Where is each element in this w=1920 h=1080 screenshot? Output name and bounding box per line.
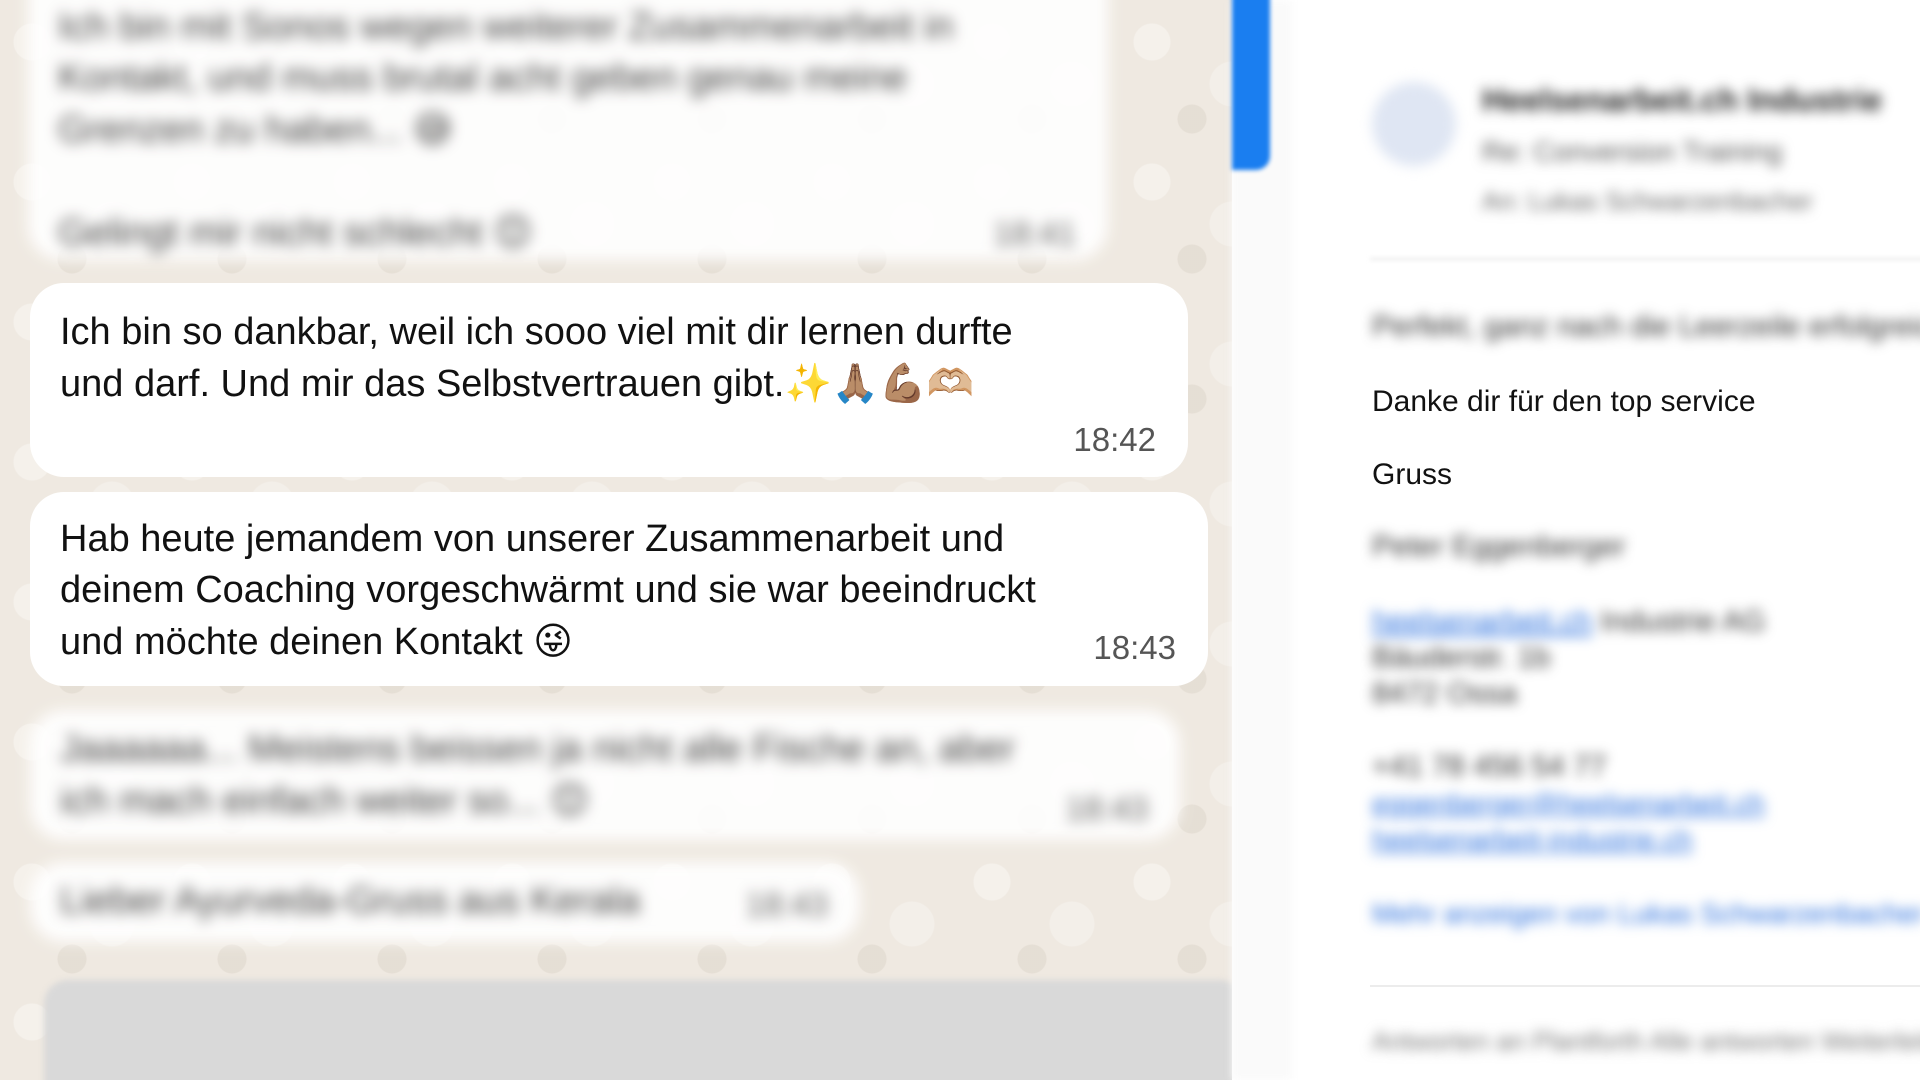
signature-phone: +41 78 456 54 77 [1372, 750, 1607, 783]
signature-email-link[interactable]: eggenberger@heelsenarbeit.ch [1372, 788, 1765, 820]
email-body-greeting: Gruss [1372, 458, 1453, 491]
sender-name[interactable]: Heelsenarbeit.ch Industrie [1482, 82, 1882, 119]
email-recipients: An: Lukas Schwarzenbacher [1482, 186, 1813, 216]
email-subject: Re: Conversion Training [1482, 136, 1783, 167]
signature-web-link[interactable]: heelsenarbeit-industrie.ch [1372, 824, 1693, 856]
emoji-icon: ✨🙏🏽💪🏽🫶🏼 [784, 361, 974, 405]
email-body-thanks: Danke dir für den top service [1372, 385, 1756, 418]
message-text: Hab heute jemandem von unserer Zusammena… [60, 518, 1036, 663]
message-bubble[interactable]: Ich bin so dankbar, weil ich sooo viel m… [30, 283, 1188, 477]
divider [1370, 258, 1920, 260]
signature-city: 8472 Ossa [1372, 677, 1518, 710]
message-bubble[interactable]: Jaaaaaa... Meistens beissen ja nicht all… [30, 710, 1180, 840]
selected-item-indicator [1232, 0, 1270, 170]
message-text: Lieber Ayurveda-Gruss aus Kerala [60, 880, 641, 922]
message-bubble[interactable]: Ich bin mit Sonos wegen weiterer Zusamme… [28, 0, 1108, 260]
company-link[interactable]: heelsenarbeit.ch [1372, 605, 1592, 638]
emoji-icon: 😅 [412, 107, 453, 151]
divider [1370, 985, 1920, 987]
show-more-link[interactable]: Mehr anzeigen von Lukas Schwarzenbacher [1372, 898, 1920, 930]
message-timestamp: 18:43 [745, 886, 828, 923]
chat-panel: Ich bin mit Sonos wegen weiterer Zusamme… [0, 0, 1232, 1080]
message-bubble[interactable]: Lieber Ayurveda-Gruss aus Kerala 18:43 [30, 862, 860, 942]
message-timestamp: 18:42 [1073, 421, 1156, 458]
signature-company: heelsenarbeit.ch Industrie AG [1372, 605, 1766, 638]
emoji-icon: 😜 [533, 619, 573, 663]
message-text: Ich bin so dankbar, weil ich sooo viel m… [60, 311, 1013, 405]
message-composer[interactable] [44, 980, 1232, 1080]
message-text: Ich bin mit Sonos wegen weiterer Zusamme… [58, 6, 954, 254]
avatar[interactable] [1372, 82, 1456, 166]
message-timestamp: 18:41 [993, 215, 1076, 252]
emoji-icon: 😊 [493, 210, 533, 254]
reply-actions[interactable]: Antworten an Plantforth Alle antworten W… [1372, 1026, 1920, 1057]
message-text: Jaaaaaa... Meistens beissen ja nicht all… [60, 728, 1015, 822]
signature-street: Bäuderstr. 1b [1372, 641, 1551, 674]
email-pane: Heelsenarbeit.ch Industrie Re: Conversio… [1300, 0, 1920, 1080]
signature-name: Peter Eggenberger [1372, 530, 1626, 563]
email-body-intro: Perfekt, ganz nach die Leerzeile erfolgr… [1372, 310, 1920, 343]
message-timestamp: 18:43 [1065, 790, 1148, 827]
emoji-icon: 😊 [550, 778, 590, 822]
message-timestamp: 18:43 [1093, 629, 1176, 666]
message-bubble[interactable]: Hab heute jemandem von unserer Zusammena… [30, 492, 1208, 686]
